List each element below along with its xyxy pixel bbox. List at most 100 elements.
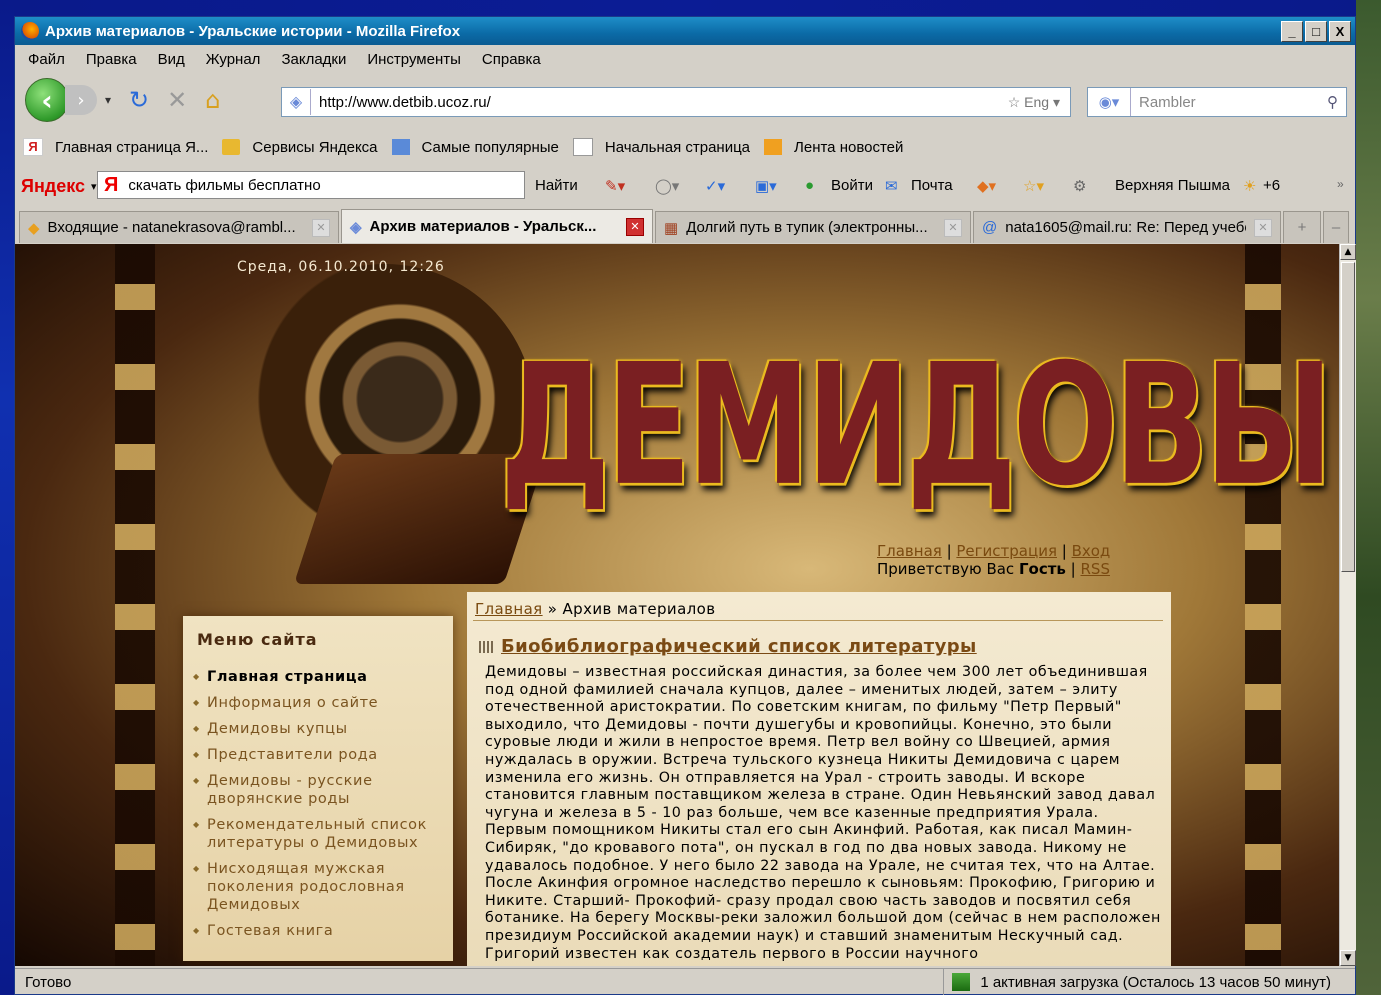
weather-temp[interactable]: +6	[1263, 177, 1280, 194]
menu-view[interactable]: Вид	[158, 51, 185, 68]
breadcrumb-current: Архив материалов	[562, 600, 716, 618]
menu-bar: Файл Правка Вид Журнал Закладки Инструме…	[15, 45, 1355, 73]
tab-close-icon[interactable]: ✕	[1254, 218, 1272, 237]
tab-close-icon[interactable]: ✕	[944, 218, 962, 237]
bookmark-most-popular[interactable]: Самые популярные	[391, 138, 559, 156]
tab-strip: ◆ Входящие - natanekrasova@rambl... ✕ ◈ …	[15, 207, 1355, 243]
scroll-down-icon[interactable]: ▼	[1340, 950, 1356, 966]
site-identity-icon[interactable]: ◈	[282, 89, 311, 115]
menu-help[interactable]: Справка	[482, 51, 541, 68]
menu-item-guestbook[interactable]: Гостевая книга	[193, 922, 443, 940]
close-button[interactable]: X	[1329, 21, 1351, 42]
tab-inbox[interactable]: ◆ Входящие - natanekrasova@rambl... ✕	[19, 211, 339, 243]
tab-close-icon[interactable]: ✕	[312, 218, 330, 237]
history-dropdown-icon[interactable]: ▾	[105, 93, 111, 107]
status-text: Готово	[25, 973, 72, 991]
bookmark-label: Самые популярные	[421, 138, 559, 156]
spellcheck-icon[interactable]: ✓▾	[705, 177, 725, 195]
menu-bookmarks[interactable]: Закладки	[281, 51, 346, 68]
yandex-find-button[interactable]: Найти	[535, 177, 578, 194]
yandex-mail-button[interactable]: Почта	[911, 177, 953, 194]
window-title: Архив материалов - Уральские истории - M…	[45, 22, 461, 40]
search-box[interactable]: ◉▾ Rambler ⚲	[1087, 87, 1347, 117]
url-bar-controls[interactable]: ☆ Eng ▾	[1008, 94, 1060, 111]
yandex-icon: Я	[23, 138, 43, 156]
menu-file[interactable]: Файл	[28, 51, 65, 68]
bookmark-label: Начальная страница	[604, 138, 751, 156]
article-title-link[interactable]: Биобиблиографический список литературы	[501, 636, 977, 657]
yandex-login-button[interactable]: Войти	[831, 177, 873, 194]
download-icon	[952, 973, 971, 991]
yandex-menu-arrow-icon[interactable]: ▾	[91, 180, 97, 193]
reload-icon[interactable]: ↻	[129, 86, 149, 114]
translate-icon[interactable]: ▣▾	[755, 177, 777, 195]
search-engine-placeholder[interactable]: Rambler	[1139, 94, 1327, 111]
menu-item-home[interactable]: Главная страница	[193, 668, 443, 686]
yandex-search-input[interactable]: Я скачать фильмы бесплатно	[97, 171, 525, 199]
home-icon[interactable]: ⌂	[205, 86, 220, 114]
back-button[interactable]: ‹	[25, 78, 69, 122]
greeting-text: Приветствую Вас	[877, 560, 1015, 578]
stop-icon[interactable]: ✕	[167, 86, 187, 114]
browser-window: Архив материалов - Уральские истории - M…	[14, 16, 1356, 995]
menu-item-merchants[interactable]: Демидовы купцы	[193, 720, 443, 738]
site-tab-icon: ◈	[350, 218, 362, 236]
minimize-button[interactable]: _	[1281, 21, 1303, 42]
tab-mail-ru[interactable]: @ nata1605@mail.ru: Re: Перед учебо... ✕	[973, 211, 1281, 243]
mail-icon[interactable]: ✉	[885, 177, 898, 195]
download-status[interactable]: 1 активная загрузка (Осталось 13 часов 5…	[943, 969, 1331, 995]
new-tab-button[interactable]: +	[1283, 211, 1321, 243]
article-bullet-icon	[479, 641, 493, 653]
bookmark-news-feed[interactable]: Лента новостей	[764, 139, 903, 156]
desktop-background-right	[1356, 0, 1381, 995]
yandex-chat-icon[interactable]: ◯▾	[655, 177, 679, 195]
forward-button[interactable]: ›	[65, 85, 97, 115]
menu-item-family-members[interactable]: Представители рода	[193, 746, 443, 764]
menu-edit[interactable]: Правка	[86, 51, 137, 68]
url-bar[interactable]: ◈ http://www.detbib.ucoz.ru/ ☆ Eng ▾	[281, 87, 1071, 117]
folder-icon	[222, 139, 241, 155]
bookmark-yandex-services[interactable]: Сервисы Яндекса	[222, 139, 378, 156]
weather-sun-icon: ☀	[1243, 178, 1257, 195]
download-status-text[interactable]: 1 активная загрузка (Осталось 13 часов 5…	[980, 974, 1331, 991]
rss-link[interactable]: RSS	[1081, 560, 1110, 578]
scrollbar-thumb[interactable]	[1341, 262, 1355, 572]
tab-archive[interactable]: ◈ Архив материалов - Уральск... ✕	[341, 209, 653, 243]
settings-gear-icon[interactable]: ⚙	[1073, 177, 1086, 195]
menu-item-noble-families[interactable]: Демидовы - русские дворянские роды	[193, 772, 443, 808]
menu-tools[interactable]: Инструменты	[367, 51, 461, 68]
banner-title: ДЕМИДОВЫ	[500, 329, 1333, 524]
nav-login-link[interactable]: Вход	[1072, 542, 1111, 560]
search-engine-icon[interactable]: ◉▾	[1088, 88, 1131, 116]
bookmark-start-page[interactable]: Начальная страница	[572, 138, 751, 156]
nav-register-link[interactable]: Регистрация	[956, 542, 1057, 560]
menu-item-genealogy[interactable]: Нисходящая мужская поколения родословная…	[193, 860, 443, 914]
search-magnifier-icon[interactable]: ⚲	[1327, 93, 1338, 111]
favorites-star-icon[interactable]: ☆▾	[1023, 177, 1044, 195]
toolbar-overflow-icon[interactable]: »	[1337, 177, 1344, 191]
desktop-background-left	[0, 0, 14, 995]
yandex-query-text[interactable]: скачать фильмы бесплатно	[128, 177, 320, 194]
bookmark-yandex-home[interactable]: Я Главная страница Я...	[23, 138, 208, 156]
book-tab-icon: ▦	[664, 219, 679, 237]
maximize-button[interactable]: □	[1305, 21, 1327, 42]
tab-label: Архив материалов - Уральск...	[369, 218, 597, 235]
menu-item-literature[interactable]: Рекомендательный список литературы о Дем…	[193, 816, 443, 852]
breadcrumb-home-link[interactable]: Главная	[475, 600, 543, 618]
menu-history[interactable]: Журнал	[206, 51, 261, 68]
url-text[interactable]: http://www.detbib.ucoz.ru/	[319, 94, 1008, 111]
main-panel: Главная » Архив материалов Биобиблиограф…	[467, 592, 1171, 966]
vertical-scrollbar[interactable]: ▲ ▼	[1339, 244, 1356, 966]
tab-long-road[interactable]: ▦ Долгий путь в тупик (электронны... ✕	[655, 211, 971, 243]
menu-item-about[interactable]: Информация о сайте	[193, 694, 443, 712]
scroll-up-icon[interactable]: ▲	[1340, 244, 1356, 260]
yandex-money-icon[interactable]: ◆▾	[977, 177, 996, 195]
mail-tab-icon: ◆	[28, 219, 40, 237]
tab-close-icon[interactable]: ✕	[626, 217, 644, 236]
nav-home-link[interactable]: Главная	[877, 542, 942, 560]
yandex-logo[interactable]: Яндекс	[21, 176, 85, 197]
login-icon[interactable]: ●	[805, 177, 814, 194]
yandex-highlight-icon[interactable]: ✎▾	[605, 177, 625, 195]
tab-list-button[interactable]: –	[1323, 211, 1349, 243]
weather-city[interactable]: Верхняя Пышма	[1115, 177, 1230, 194]
